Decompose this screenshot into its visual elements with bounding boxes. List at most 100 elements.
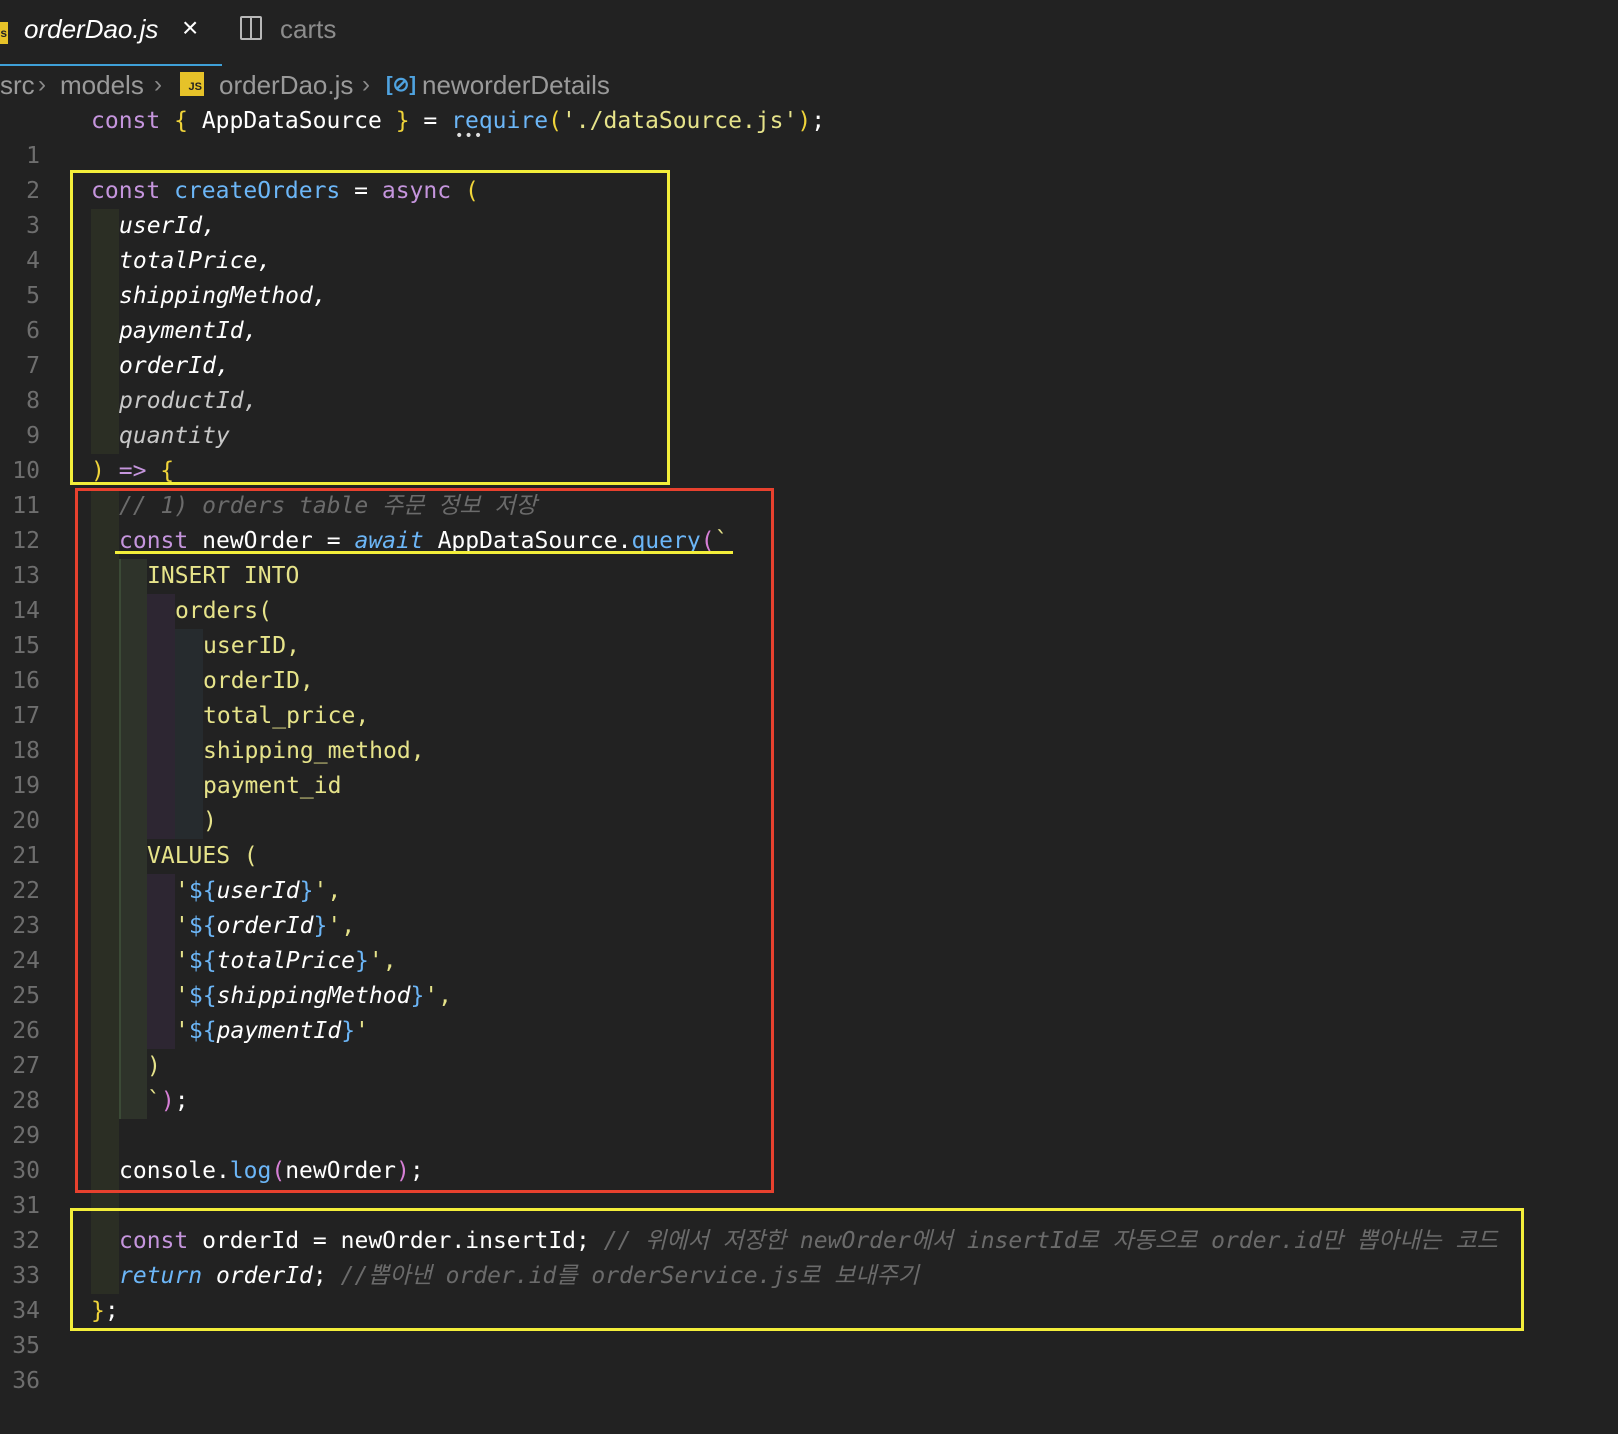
indent-guide <box>119 559 147 594</box>
parameter: userId, <box>119 213 216 239</box>
indent-guide <box>147 909 175 944</box>
dot: . <box>215 1158 230 1184</box>
indent-guide <box>91 419 119 454</box>
sql-text: orders( <box>175 598 272 624</box>
code-line: 24 '${orderId}', <box>0 909 1618 974</box>
comment: //뽑아낸 order.id를 orderService.js로 보내주기 <box>340 1263 919 1289</box>
indent-guide <box>147 804 175 839</box>
indent-guide <box>91 839 119 874</box>
code-line: 3 const createOrders = async ( <box>0 174 1618 239</box>
indent-guide <box>91 734 119 769</box>
indent-guide <box>91 629 119 664</box>
string: ' <box>175 913 189 939</box>
js-file-icon: s <box>0 22 8 44</box>
parameter: productId, <box>119 388 258 414</box>
parameter: shippingMethod, <box>119 283 327 309</box>
code-editor[interactable]: 1 const { AppDataSource } = require('./d… <box>0 104 1618 1397</box>
indent-guide <box>91 209 119 244</box>
paren: ( <box>464 178 479 204</box>
parameter: quantity <box>119 423 230 449</box>
code-line: 15 orders( <box>0 594 1618 659</box>
code-line: 7 paymentId, <box>0 314 1618 379</box>
indent-guide <box>91 944 119 979</box>
breadcrumb: src › models › JS orderDao.js › [⊘] newo… <box>0 68 1618 104</box>
operator: = <box>423 108 438 134</box>
semicolon: ; <box>312 1263 327 1289</box>
operator: = <box>354 178 368 204</box>
string: ', <box>368 948 397 974</box>
indent-guide <box>91 1119 119 1154</box>
sql-text: ) <box>203 808 217 834</box>
identifier: paymentId <box>216 1018 342 1044</box>
code-line: 29 `); <box>0 1084 1618 1149</box>
template-tick: ` <box>147 1088 161 1114</box>
tab-carts[interactable]: carts <box>240 0 380 66</box>
sql-text: ) <box>147 1053 161 1079</box>
arrow-operator: => <box>118 458 147 484</box>
template-close: } <box>299 878 314 904</box>
indent-guide <box>175 769 203 804</box>
indent-guide <box>91 1189 119 1224</box>
template-open: ${ <box>188 948 217 974</box>
tab-orderdao[interactable]: s orderDao.js × <box>0 0 222 66</box>
semicolon: ; <box>409 1158 424 1184</box>
chevron-right-icon: › <box>38 71 46 98</box>
indent-guide <box>119 594 147 629</box>
indent-guide <box>91 804 119 839</box>
template-open: ${ <box>188 878 217 904</box>
identifier: orderId <box>216 913 314 939</box>
indent-guide <box>91 349 119 384</box>
indent-guide <box>119 909 147 944</box>
indent-guide <box>147 664 175 699</box>
indent-guide <box>91 699 119 734</box>
indent-guide <box>175 699 203 734</box>
indent-guide <box>91 1259 119 1294</box>
symbol-variable-icon: [⊘] <box>386 74 417 96</box>
template-close: } <box>355 948 369 974</box>
code-line: 19 shipping_method, <box>0 734 1618 799</box>
indent-guide <box>119 734 147 769</box>
semicolon: ; <box>174 1088 189 1114</box>
string: './dataSource.js' <box>561 108 798 134</box>
paren: ) <box>797 108 812 134</box>
breadcrumb-symbol[interactable]: neworderDetails <box>422 68 610 102</box>
chevron-right-icon: › <box>362 71 370 98</box>
indent-guide <box>147 769 175 804</box>
code-line: 17 orderID, <box>0 664 1618 729</box>
parameter: orderId, <box>119 353 230 379</box>
brace: } <box>91 1298 105 1324</box>
comment: // 1) orders table 주문 정보 저장 <box>119 493 537 519</box>
breadcrumb-file[interactable]: orderDao.js <box>219 68 353 102</box>
indent-guide <box>119 1084 147 1119</box>
string: ' <box>175 878 189 904</box>
indent-guide <box>119 804 147 839</box>
indent-guide <box>119 629 147 664</box>
parameter: paymentId, <box>119 318 258 344</box>
indent-guide <box>119 664 147 699</box>
breadcrumb-src[interactable]: src <box>0 68 35 102</box>
close-icon[interactable]: × <box>182 12 198 44</box>
split-editor-icon[interactable] <box>240 16 262 40</box>
code-line: 14 INSERT INTO <box>0 559 1618 624</box>
code-line: 20 payment_id <box>0 769 1618 834</box>
comment: // 위에서 저장한 newOrder에서 insertId로 자동으로 ord… <box>603 1228 1498 1254</box>
indent-guide <box>119 839 147 874</box>
code-line: 25 '${totalPrice}', <box>0 944 1618 1009</box>
indent-guide <box>91 909 119 944</box>
parameter: totalPrice, <box>119 248 272 274</box>
identifier: AppDataSource <box>201 108 382 134</box>
indent-guide <box>119 1049 147 1084</box>
code-line: 23 '${userId}', <box>0 874 1618 939</box>
js-file-icon: JS <box>180 72 204 96</box>
keyword: const <box>119 1228 189 1254</box>
indent-guide <box>119 944 147 979</box>
template-open: ${ <box>188 1018 217 1044</box>
breadcrumb-models[interactable]: models <box>60 68 144 102</box>
sql-text: userID, <box>203 633 300 659</box>
paren: ) <box>395 1158 410 1184</box>
indent-guide <box>147 874 175 909</box>
code-line: 2 <box>0 139 1618 204</box>
semicolon: ; <box>811 108 826 134</box>
code-line: 32 <box>0 1189 1618 1254</box>
indent-guide <box>91 244 119 279</box>
